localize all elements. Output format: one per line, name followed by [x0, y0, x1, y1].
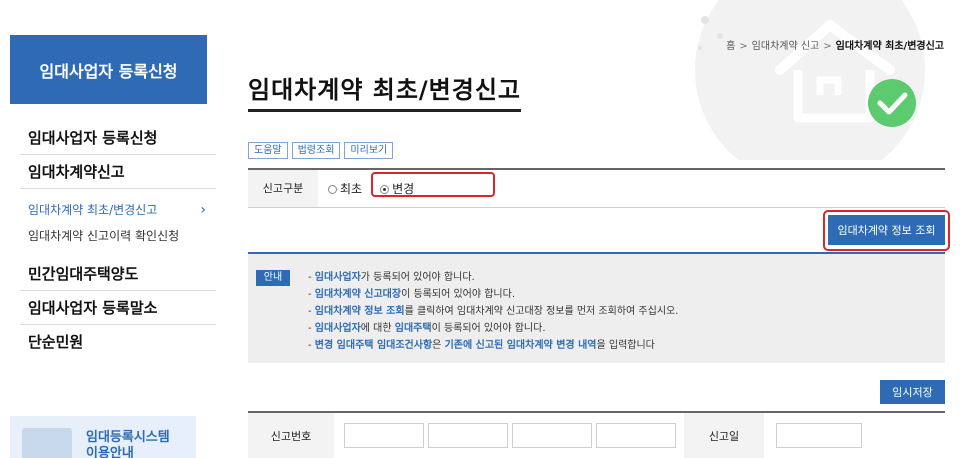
- breadcrumb: 홈 > 임대차계약 신고 > 임대차계약 최초/변경신고: [726, 37, 944, 52]
- notice-item: - 임대차계약 신고대장이 등록되어 있어야 합니다.: [308, 289, 516, 300]
- report-info-row: 신고번호 신고일: [248, 411, 945, 458]
- chevron-right-icon: >: [823, 41, 832, 52]
- report-type-label: 신고구분: [248, 170, 318, 207]
- radio-icon: [328, 185, 337, 194]
- notice-item: - 임대사업자에 대한 임대주택이 등록되어 있어야 합니다.: [308, 323, 546, 334]
- notice-item: - 임대사업자가 등록되어 있어야 합니다.: [308, 272, 475, 283]
- breadcrumb-current: 임대차계약 최초/변경신고: [835, 41, 944, 52]
- decorative-house-graphic: [660, 0, 960, 160]
- report-type-row: 신고구분 최초 변경: [248, 168, 945, 208]
- sidebar-header: 임대사업자 등록신청: [10, 35, 207, 104]
- notice-item: - 변경 임대주택 임대조건사항은 기존에 신고된 임대차계약 변경 내역을 입…: [308, 340, 655, 351]
- law-lookup-button[interactable]: 법령조회: [291, 142, 341, 159]
- breadcrumb-home[interactable]: 홈: [726, 41, 735, 52]
- notice-tag: 안내: [256, 270, 290, 286]
- sidebar-item-simple-civil[interactable]: 단순민원: [20, 325, 216, 359]
- report-number-field-3[interactable]: [512, 423, 592, 448]
- report-number-label: 신고번호: [248, 413, 334, 458]
- highlight-box-lookup-button: [823, 210, 950, 251]
- notice-list: - 임대사업자가 등록되어 있어야 합니다. - 임대차계약 신고대장이 등록되…: [308, 270, 678, 355]
- sidebar-subitem-report-history[interactable]: 임대차계약 신고이력 확인신청: [20, 223, 216, 249]
- system-guide-banner[interactable]: 임대등록시스템 이용안내: [10, 416, 196, 458]
- sidebar-item-lease-contract-report[interactable]: 임대차계약신고: [20, 155, 216, 189]
- report-number-field-4[interactable]: [596, 423, 676, 448]
- highlight-box-change-option: [371, 172, 495, 197]
- sidebar-menu: 임대사업자 등록신청 임대차계약신고 임대차계약 최초/변경신고 › 임대차계약…: [20, 121, 216, 359]
- check-circle-icon: [868, 79, 916, 127]
- report-number-field-2[interactable]: [428, 423, 508, 448]
- sidebar-item-private-rental-transfer[interactable]: 민간임대주택양도: [20, 257, 216, 291]
- sidebar-item-registration-cancel[interactable]: 임대사업자 등록말소: [20, 291, 216, 325]
- page-title: 임대차계약 최초/변경신고: [248, 70, 522, 112]
- help-button[interactable]: 도움말: [248, 142, 288, 159]
- report-date-field[interactable]: [776, 423, 862, 448]
- tool-buttons: 도움말 법령조회 미리보기: [248, 142, 394, 159]
- notice-item: - 임대차계약 정보 조회를 클릭하여 임대차계약 신고대장 정보를 먼저 조회…: [308, 306, 679, 317]
- sidebar-subitem-label: 임대차계약 최초/변경신고: [28, 203, 158, 217]
- report-number-field-1[interactable]: [344, 423, 424, 448]
- notice-box: 안내 - 임대사업자가 등록되어 있어야 합니다. - 임대차계약 신고대장이 …: [248, 252, 945, 363]
- sidebar-item-rental-business-registration[interactable]: 임대사업자 등록신청: [20, 121, 216, 155]
- preview-button[interactable]: 미리보기: [344, 142, 394, 159]
- document-icon: [22, 428, 72, 458]
- chevron-right-icon: ›: [200, 202, 206, 218]
- banner-subtitle: 이용안내: [86, 446, 134, 458]
- chevron-right-icon: >: [739, 41, 748, 52]
- banner-title: 임대등록시스템: [86, 430, 170, 445]
- sidebar-subitem-first-change-report[interactable]: 임대차계약 최초/변경신고 ›: [20, 197, 216, 223]
- temp-save-button[interactable]: 임시저장: [880, 380, 945, 404]
- radio-first[interactable]: 최초: [328, 180, 362, 197]
- report-date-label: 신고일: [684, 413, 764, 458]
- breadcrumb-level1[interactable]: 임대차계약 신고: [752, 41, 820, 52]
